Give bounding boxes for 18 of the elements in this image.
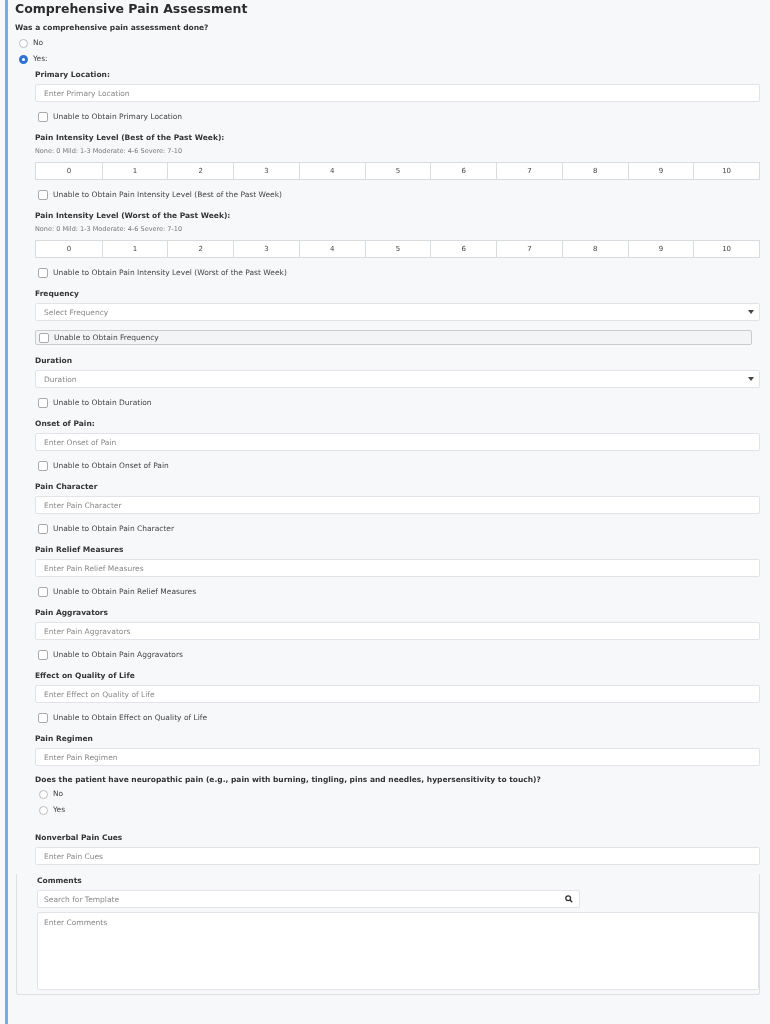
radio-button[interactable] — [39, 789, 48, 799]
checkbox[interactable] — [38, 523, 48, 534]
checkbox[interactable] — [38, 267, 48, 278]
checkbox[interactable] — [39, 332, 49, 343]
checkbox[interactable] — [38, 111, 48, 122]
checkbox[interactable] — [38, 189, 48, 200]
caret-icon — [748, 310, 754, 314]
radio-button[interactable] — [19, 38, 28, 48]
radio-button[interactable] — [39, 805, 48, 815]
radio-button[interactable] — [19, 54, 28, 64]
checkbox[interactable] — [38, 397, 48, 408]
section-title: Comprehensive Pain Assessment — [15, 0, 249, 17]
checkbox[interactable] — [38, 586, 48, 597]
checkbox[interactable] — [38, 460, 48, 471]
checkbox[interactable] — [38, 649, 48, 660]
caret-icon — [748, 377, 754, 381]
search-icon — [565, 895, 573, 903]
checkbox[interactable] — [38, 712, 48, 723]
